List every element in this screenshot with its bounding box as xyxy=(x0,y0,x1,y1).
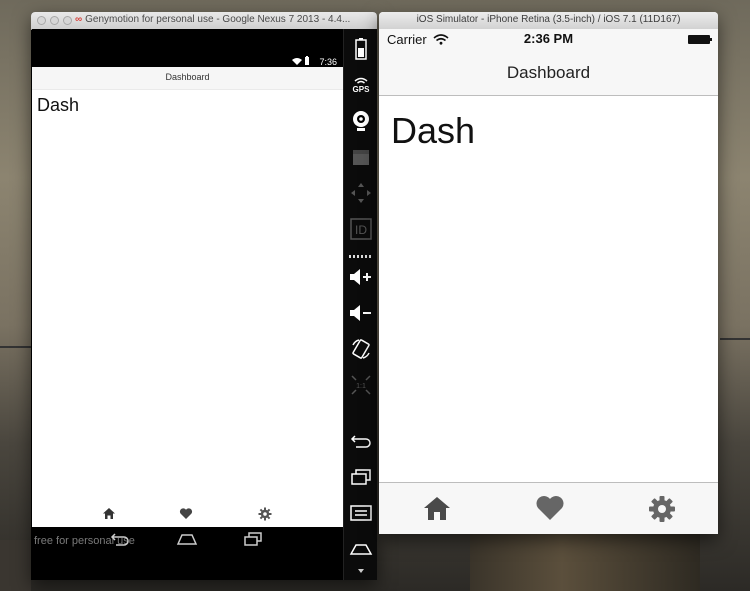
id-icon: ID xyxy=(350,218,372,240)
background-dock xyxy=(0,540,31,591)
dpad-widget-button[interactable] xyxy=(349,181,373,205)
capture-widget-button[interactable] xyxy=(349,145,373,169)
side-home-button[interactable] xyxy=(349,537,373,561)
tab-settings[interactable] xyxy=(255,507,275,523)
page-heading: Dash xyxy=(37,95,80,115)
rotate-icon xyxy=(352,339,370,359)
ios-simulator-window: iOS Simulator - iPhone Retina (3.5-inch)… xyxy=(379,12,718,534)
android-home-button[interactable] xyxy=(176,531,198,549)
ios-content: Dash xyxy=(379,96,718,482)
genymotion-logo-icon: ∞ xyxy=(75,14,83,25)
battery-icon xyxy=(355,38,367,60)
background-bridge xyxy=(0,346,31,358)
window-title: ∞ Genymotion for personal use - Google Ne… xyxy=(75,14,351,25)
volume-down-button[interactable] xyxy=(349,301,373,325)
toolbar-divider xyxy=(349,255,373,258)
minimize-window-button[interactable] xyxy=(50,16,59,25)
android-status-bar: 7:36 xyxy=(32,29,343,67)
side-recents-button[interactable] xyxy=(349,465,373,489)
volume-up-button[interactable] xyxy=(349,265,373,289)
ios-navigation-bar: Dashboard xyxy=(379,49,718,96)
header-title: Dashboard xyxy=(165,72,210,82)
home-icon xyxy=(424,497,450,520)
battery-widget-button[interactable] xyxy=(349,37,373,61)
id-label: ID xyxy=(355,223,367,237)
ios-titlebar[interactable]: iOS Simulator - iPhone Retina (3.5-inch)… xyxy=(379,12,718,30)
close-window-button[interactable] xyxy=(37,16,46,25)
gps-label: GPS xyxy=(352,84,370,94)
page-heading: Dash xyxy=(391,110,476,151)
tab-favorites[interactable] xyxy=(535,495,565,523)
expand-toolbar-arrow-icon[interactable] xyxy=(358,569,364,573)
gps-icon xyxy=(354,77,368,84)
dpad-icon xyxy=(351,183,371,203)
back-icon xyxy=(110,533,129,546)
home-icon xyxy=(103,508,115,519)
background-bridge xyxy=(720,338,750,360)
tab-home[interactable] xyxy=(423,495,453,523)
home-icon xyxy=(349,544,373,555)
tab-favorites[interactable] xyxy=(176,507,196,523)
background-dock xyxy=(470,534,700,591)
webcam-icon xyxy=(353,111,369,131)
window-title: iOS Simulator - iPhone Retina (3.5-inch)… xyxy=(416,14,681,25)
camera-icon xyxy=(353,150,369,165)
ios-tab-bar xyxy=(379,482,718,534)
volume-up-icon xyxy=(350,269,371,285)
wifi-icon xyxy=(292,56,309,65)
tab-settings[interactable] xyxy=(648,495,678,523)
rotate-button[interactable] xyxy=(349,337,373,361)
genymotion-titlebar[interactable]: ∞ Genymotion for personal use - Google Ne… xyxy=(31,12,377,30)
recents-icon xyxy=(351,469,371,485)
scale-label: 1:1 xyxy=(356,383,366,390)
side-menu-button[interactable] xyxy=(349,501,373,525)
home-icon xyxy=(176,534,198,545)
android-recents-button[interactable] xyxy=(243,531,265,549)
gps-widget-button[interactable]: GPS xyxy=(349,73,373,97)
android-nav-bar: free for personal use xyxy=(32,527,343,580)
device-id-button[interactable]: ID xyxy=(349,217,373,241)
side-back-button[interactable] xyxy=(349,429,373,453)
menu-icon xyxy=(350,505,372,521)
ios-status-bar: Carrier 2:36 PM xyxy=(379,29,718,49)
volume-down-icon xyxy=(350,305,371,321)
heart-icon xyxy=(536,496,564,520)
scale-icon: 1:1 xyxy=(351,375,371,395)
battery-icon xyxy=(688,35,712,44)
status-time: 2:36 PM xyxy=(523,31,574,46)
android-back-button[interactable] xyxy=(110,531,132,549)
zoom-window-button[interactable] xyxy=(63,16,72,25)
webcam-widget-button[interactable] xyxy=(349,109,373,133)
tab-home[interactable] xyxy=(99,507,119,523)
android-app: Dashboard Dash xyxy=(32,67,343,527)
gear-icon xyxy=(258,507,272,521)
recents-icon xyxy=(244,532,262,546)
genymotion-window: ∞ Genymotion for personal use - Google Ne… xyxy=(31,12,377,580)
heart-icon xyxy=(179,508,193,519)
genymotion-side-toolbar: GPS ID 1:1 xyxy=(343,29,377,580)
scale-button[interactable]: 1:1 xyxy=(349,373,373,397)
back-icon xyxy=(350,435,371,448)
nav-title: Dashboard xyxy=(506,63,591,82)
app-header: Dashboard xyxy=(32,67,343,90)
android-tab-bar xyxy=(32,503,343,527)
gear-icon xyxy=(649,496,675,522)
android-screen: 7:36 Dashboard Dash free for personal us… xyxy=(32,29,343,580)
status-time: 7:36 xyxy=(319,57,337,67)
